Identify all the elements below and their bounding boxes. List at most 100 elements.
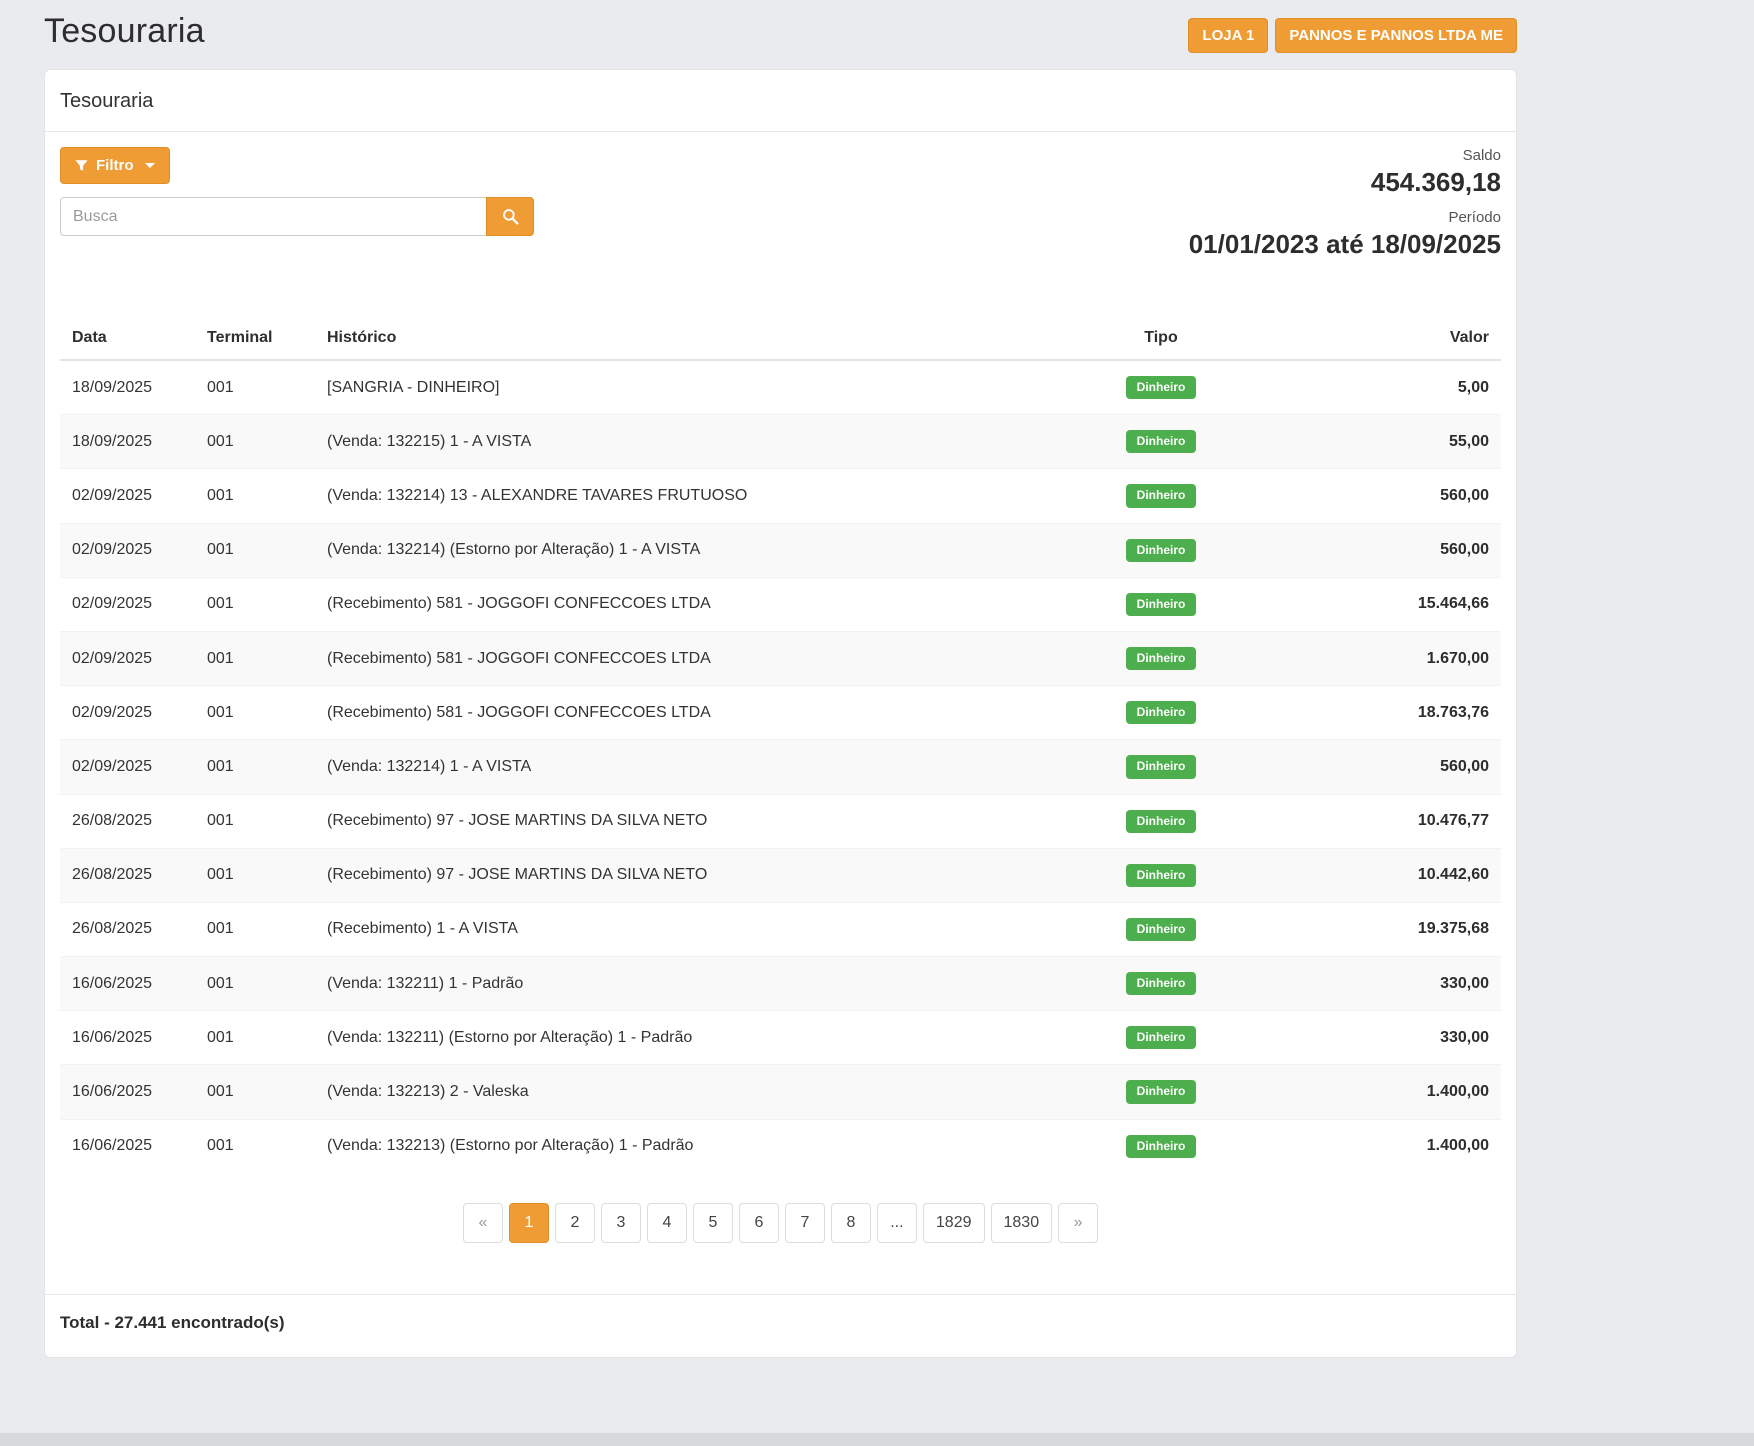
page-container: Tesouraria LOJA 1 PANNOS E PANNOS LTDA M… [44,0,1517,1358]
tipo-badge: Dinheiro [1126,755,1197,778]
cell-data: 02/09/2025 [60,686,195,740]
cell-historico: [SANGRIA - DINHEIRO] [315,360,1061,415]
summary: Saldo 454.369,18 Período 01/01/2023 até … [1189,147,1501,271]
tipo-badge: Dinheiro [1126,972,1197,995]
tipo-badge: Dinheiro [1126,484,1197,507]
table-row: 26/08/2025 001 (Recebimento) 97 - JOSE M… [60,848,1501,902]
search-group [60,197,534,236]
cell-tipo: Dinheiro [1061,631,1261,685]
cell-valor: 15.464,66 [1261,577,1501,631]
cell-terminal: 001 [195,1011,315,1065]
periodo-value: 01/01/2023 até 18/09/2025 [1189,229,1501,260]
cell-valor: 330,00 [1261,957,1501,1011]
filter-button[interactable]: Filtro [60,147,170,184]
search-button[interactable] [486,197,534,236]
company-button[interactable]: PANNOS E PANNOS LTDA ME [1275,18,1517,53]
pagination-page[interactable]: 1829 [923,1203,985,1243]
topbar: Tesouraria LOJA 1 PANNOS E PANNOS LTDA M… [44,12,1517,53]
cell-tipo: Dinheiro [1061,1011,1261,1065]
bottom-strip [0,1433,1754,1446]
pagination-page[interactable]: 8 [831,1203,871,1243]
total-count: Total - 27.441 encontrado(s) [45,1294,1516,1357]
tipo-badge: Dinheiro [1126,430,1197,453]
pagination-page[interactable]: 6 [739,1203,779,1243]
cell-data: 16/06/2025 [60,1119,195,1173]
cell-tipo: Dinheiro [1061,360,1261,415]
cell-data: 18/09/2025 [60,415,195,469]
cell-tipo: Dinheiro [1061,415,1261,469]
saldo-value: 454.369,18 [1189,167,1501,198]
cell-tipo: Dinheiro [1061,957,1261,1011]
pagination-page[interactable]: 2 [555,1203,595,1243]
pagination-page[interactable]: 1830 [991,1203,1053,1243]
cell-terminal: 001 [195,577,315,631]
pagination-page[interactable]: 3 [601,1203,641,1243]
saldo-label: Saldo [1189,147,1501,164]
cell-historico: (Recebimento) 581 - JOGGOFI CONFECCOES L… [315,686,1061,740]
cell-tipo: Dinheiro [1061,902,1261,956]
cell-terminal: 001 [195,1119,315,1173]
tipo-badge: Dinheiro [1126,810,1197,833]
cell-terminal: 001 [195,631,315,685]
cell-data: 02/09/2025 [60,740,195,794]
cell-data: 26/08/2025 [60,794,195,848]
table-row: 16/06/2025 001 (Venda: 132211) (Estorno … [60,1011,1501,1065]
cell-tipo: Dinheiro [1061,577,1261,631]
cell-valor: 560,00 [1261,740,1501,794]
cell-historico: (Venda: 132211) 1 - Padrão [315,957,1061,1011]
table-header-row: Data Terminal Histórico Tipo Valor [60,317,1501,360]
cell-data: 02/09/2025 [60,577,195,631]
pagination-prev[interactable]: « [463,1203,503,1243]
cell-valor: 560,00 [1261,469,1501,523]
cell-tipo: Dinheiro [1061,794,1261,848]
cell-historico: (Venda: 132213) 2 - Valeska [315,1065,1061,1119]
header-valor: Valor [1261,317,1501,360]
store-button[interactable]: LOJA 1 [1188,18,1268,53]
cell-valor: 55,00 [1261,415,1501,469]
cell-tipo: Dinheiro [1061,1065,1261,1119]
pagination-page[interactable]: ... [877,1203,917,1243]
header-data: Data [60,317,195,360]
cell-valor: 1.400,00 [1261,1119,1501,1173]
cell-data: 02/09/2025 [60,469,195,523]
periodo-label: Período [1189,209,1501,226]
cell-terminal: 001 [195,523,315,577]
cell-terminal: 001 [195,794,315,848]
cell-historico: (Recebimento) 1 - A VISTA [315,902,1061,956]
cell-historico: (Venda: 132214) (Estorno por Alteração) … [315,523,1061,577]
card-body: Filtro Saldo [45,132,1516,1294]
tipo-badge: Dinheiro [1126,1026,1197,1049]
tipo-badge: Dinheiro [1126,539,1197,562]
table-row: 18/09/2025 001 [SANGRIA - DINHEIRO] Dinh… [60,360,1501,415]
cell-data: 18/09/2025 [60,360,195,415]
table-row: 16/06/2025 001 (Venda: 132211) 1 - Padrã… [60,957,1501,1011]
chevron-down-icon [145,163,155,168]
cell-historico: (Venda: 132213) (Estorno por Alteração) … [315,1119,1061,1173]
pagination-page[interactable]: 7 [785,1203,825,1243]
cell-historico: (Venda: 132214) 1 - A VISTA [315,740,1061,794]
tipo-badge: Dinheiro [1126,864,1197,887]
cell-historico: (Recebimento) 97 - JOSE MARTINS DA SILVA… [315,848,1061,902]
pagination-page[interactable]: 1 [509,1203,549,1243]
table-row: 02/09/2025 001 (Recebimento) 581 - JOGGO… [60,631,1501,685]
cell-tipo: Dinheiro [1061,686,1261,740]
cell-tipo: Dinheiro [1061,469,1261,523]
table-row: 02/09/2025 001 (Recebimento) 581 - JOGGO… [60,577,1501,631]
filter-label: Filtro [96,158,134,173]
table-body: 18/09/2025 001 [SANGRIA - DINHEIRO] Dinh… [60,360,1501,1173]
filters-row: Filtro Saldo [60,147,1501,271]
cell-data: 16/06/2025 [60,1011,195,1065]
topbar-buttons: LOJA 1 PANNOS E PANNOS LTDA ME [1188,12,1517,53]
cell-data: 26/08/2025 [60,848,195,902]
card-title: Tesouraria [45,70,1516,132]
search-input[interactable] [60,197,486,236]
pagination-next[interactable]: » [1058,1203,1098,1243]
header-tipo: Tipo [1061,317,1261,360]
table-row: 16/06/2025 001 (Venda: 132213) 2 - Vales… [60,1065,1501,1119]
filter-search-column: Filtro [60,147,534,236]
cell-terminal: 001 [195,740,315,794]
pagination-page[interactable]: 4 [647,1203,687,1243]
tipo-badge: Dinheiro [1126,1135,1197,1158]
pagination-page[interactable]: 5 [693,1203,733,1243]
table-row: 18/09/2025 001 (Venda: 132215) 1 - A VIS… [60,415,1501,469]
